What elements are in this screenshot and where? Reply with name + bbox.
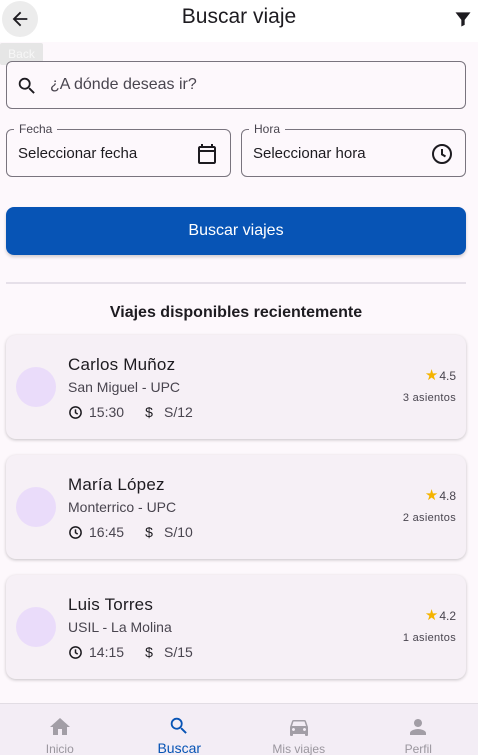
calendar-icon[interactable] bbox=[195, 142, 219, 171]
star-icon: ★ bbox=[424, 487, 439, 504]
star-icon: ★ bbox=[424, 367, 439, 384]
trip-card[interactable]: Carlos Muñoz San Miguel - UPC 15:30 $ S/… bbox=[6, 335, 466, 439]
destination-search[interactable] bbox=[6, 61, 466, 109]
search-trips-button[interactable]: Buscar viajes bbox=[6, 207, 466, 255]
trip-time: 15:30 bbox=[89, 404, 125, 420]
nav-item-perfil[interactable]: Perfil bbox=[359, 704, 478, 755]
avatar bbox=[16, 607, 56, 647]
star-icon: ★ bbox=[424, 607, 439, 624]
bottom-navigation: Inicio Buscar Mis viajes Perfil bbox=[0, 703, 478, 755]
trip-route: San Miguel - UPC bbox=[68, 379, 181, 395]
trip-card[interactable]: Luis Torres USIL - La Molina 14:15 $ S/1… bbox=[6, 575, 466, 679]
date-field[interactable]: Fecha Seleccionar fecha bbox=[6, 122, 231, 177]
nav-label: Mis viajes bbox=[272, 742, 326, 755]
trip-meta: 15:30 $ S/12 bbox=[68, 404, 193, 420]
app-bar: Buscar viaje bbox=[0, 0, 478, 42]
driver-name: Luis Torres bbox=[68, 595, 154, 614]
nav-item-mis-viajes[interactable]: Mis viajes bbox=[239, 704, 359, 755]
dollar-icon: $ bbox=[145, 404, 153, 420]
driver-name: María López bbox=[68, 475, 165, 494]
dollar-icon: $ bbox=[145, 524, 153, 540]
rating-value: 4.8 bbox=[439, 489, 456, 503]
home-icon bbox=[0, 715, 120, 739]
nav-label: Perfil bbox=[404, 742, 432, 755]
seats-available: 1 asientos bbox=[402, 632, 456, 644]
search-icon bbox=[120, 715, 240, 737]
page-title: Buscar viaje bbox=[181, 5, 297, 28]
divider bbox=[6, 282, 466, 284]
date-field-label: Fecha bbox=[14, 122, 58, 137]
filter-icon bbox=[455, 12, 471, 27]
trip-meta: 14:15 $ S/15 bbox=[68, 644, 193, 660]
avatar bbox=[16, 367, 56, 407]
time-field[interactable]: Hora Seleccionar hora bbox=[241, 122, 466, 177]
trip-route: Monterrico - UPC bbox=[68, 499, 177, 515]
driver-rating: ★ 4.8 bbox=[424, 487, 456, 504]
clock-icon bbox=[69, 405, 82, 419]
clock-icon bbox=[69, 525, 82, 539]
time-field-label: Hora bbox=[249, 122, 286, 137]
seats-available: 2 asientos bbox=[402, 512, 456, 524]
nav-item-inicio[interactable]: Inicio bbox=[0, 704, 120, 755]
trip-meta: 16:45 $ S/10 bbox=[68, 524, 193, 540]
trip-price: S/10 bbox=[164, 524, 193, 540]
rating-value: 4.5 bbox=[439, 369, 456, 383]
trip-price: S/12 bbox=[164, 404, 193, 420]
time-field-value: Seleccionar hora bbox=[253, 145, 366, 162]
driver-name: Carlos Muñoz bbox=[68, 355, 176, 374]
nav-label: Buscar bbox=[157, 740, 202, 755]
nav-label: Inicio bbox=[45, 742, 74, 755]
date-field-value: Seleccionar fecha bbox=[18, 145, 138, 162]
trip-card[interactable]: María López Monterrico - UPC 16:45 $ S/1… bbox=[6, 455, 466, 559]
car-icon bbox=[239, 715, 359, 739]
search-icon bbox=[16, 75, 38, 102]
avatar bbox=[16, 487, 56, 527]
nav-item-buscar[interactable]: Buscar bbox=[120, 704, 240, 755]
seats-available: 3 asientos bbox=[402, 392, 456, 404]
person-icon bbox=[359, 715, 478, 739]
trip-price: S/15 bbox=[164, 644, 193, 660]
clock-icon bbox=[69, 645, 82, 659]
search-input[interactable] bbox=[50, 62, 450, 108]
driver-rating: ★ 4.5 bbox=[424, 367, 456, 384]
trip-time: 16:45 bbox=[89, 524, 125, 540]
clock-icon[interactable] bbox=[430, 142, 454, 171]
trip-route: USIL - La Molina bbox=[68, 619, 172, 635]
driver-rating: ★ 4.2 bbox=[424, 607, 456, 624]
dollar-icon: $ bbox=[145, 644, 153, 660]
trip-time: 14:15 bbox=[89, 644, 125, 660]
section-title: Viajes disponibles recientemente bbox=[109, 304, 363, 321]
rating-value: 4.2 bbox=[439, 609, 456, 623]
filter-button[interactable] bbox=[452, 8, 474, 30]
